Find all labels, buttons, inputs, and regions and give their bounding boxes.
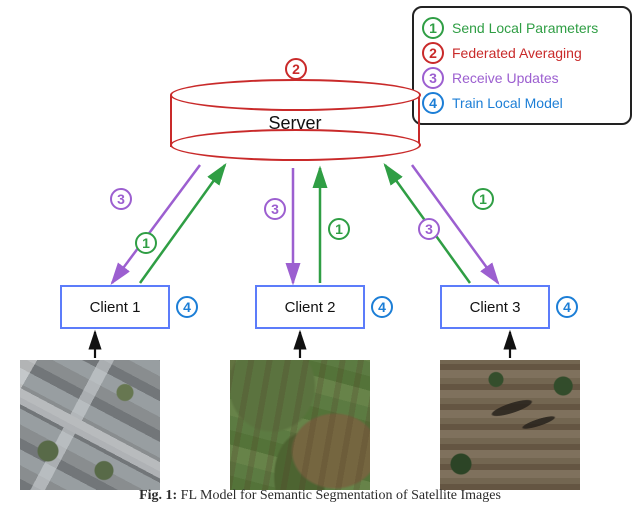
legend-item-receive: 3 Receive Updates: [422, 67, 622, 89]
caption-strong: Fig. 1:: [139, 488, 177, 503]
arrow-num-c3-send: 1: [472, 188, 494, 210]
legend-label-send: Send Local Parameters: [452, 20, 598, 36]
step-circle-3: 3: [422, 67, 444, 89]
client-1-step-circle: 4: [176, 296, 198, 318]
client-3-step-circle: 4: [556, 296, 578, 318]
arrow-num-c1-send: 1: [135, 232, 157, 254]
figure-caption: Fig. 1: FL Model for Semantic Segmentati…: [0, 488, 640, 504]
client-node-2: Client 2: [255, 285, 365, 329]
legend-item-avg: 2 Federated Averaging: [422, 42, 622, 64]
step-circle-4: 4: [422, 92, 444, 114]
client-2-step-circle: 4: [371, 296, 393, 318]
legend-item-send: 1 Send Local Parameters: [422, 17, 622, 39]
legend-label-receive: Receive Updates: [452, 70, 559, 86]
diagram-canvas: 1 Send Local Parameters 2 Federated Aver…: [0, 0, 640, 506]
server-label: Server: [170, 113, 420, 134]
legend-item-train: 4 Train Local Model: [422, 92, 622, 114]
client-node-3: Client 3: [440, 285, 550, 329]
client-1-label: Client 1: [90, 299, 141, 316]
legend-label-avg: Federated Averaging: [452, 45, 582, 61]
satellite-image-3: [440, 360, 580, 490]
step-circle-2: 2: [422, 42, 444, 64]
legend-label-train: Train Local Model: [452, 95, 563, 111]
arrow-c1-send: [140, 165, 225, 283]
arrow-num-c2-send: 1: [328, 218, 350, 240]
client-node-1: Client 1: [60, 285, 170, 329]
satellite-image-1: [20, 360, 160, 490]
satellite-image-2: [230, 360, 370, 490]
step-circle-1: 1: [422, 17, 444, 39]
arrow-num-c1-receive: 3: [110, 188, 132, 210]
client-2-label: Client 2: [285, 299, 336, 316]
legend-box: 1 Send Local Parameters 2 Federated Aver…: [412, 6, 632, 125]
arrow-num-c3-receive: 3: [418, 218, 440, 240]
client-3-label: Client 3: [470, 299, 521, 316]
server-node: Server: [170, 95, 420, 147]
caption-text: FL Model for Semantic Segmentation of Sa…: [177, 488, 501, 503]
arrow-c1-receive: [112, 165, 200, 283]
server-step-circle: 2: [285, 58, 307, 80]
arrow-num-c2-receive: 3: [264, 198, 286, 220]
